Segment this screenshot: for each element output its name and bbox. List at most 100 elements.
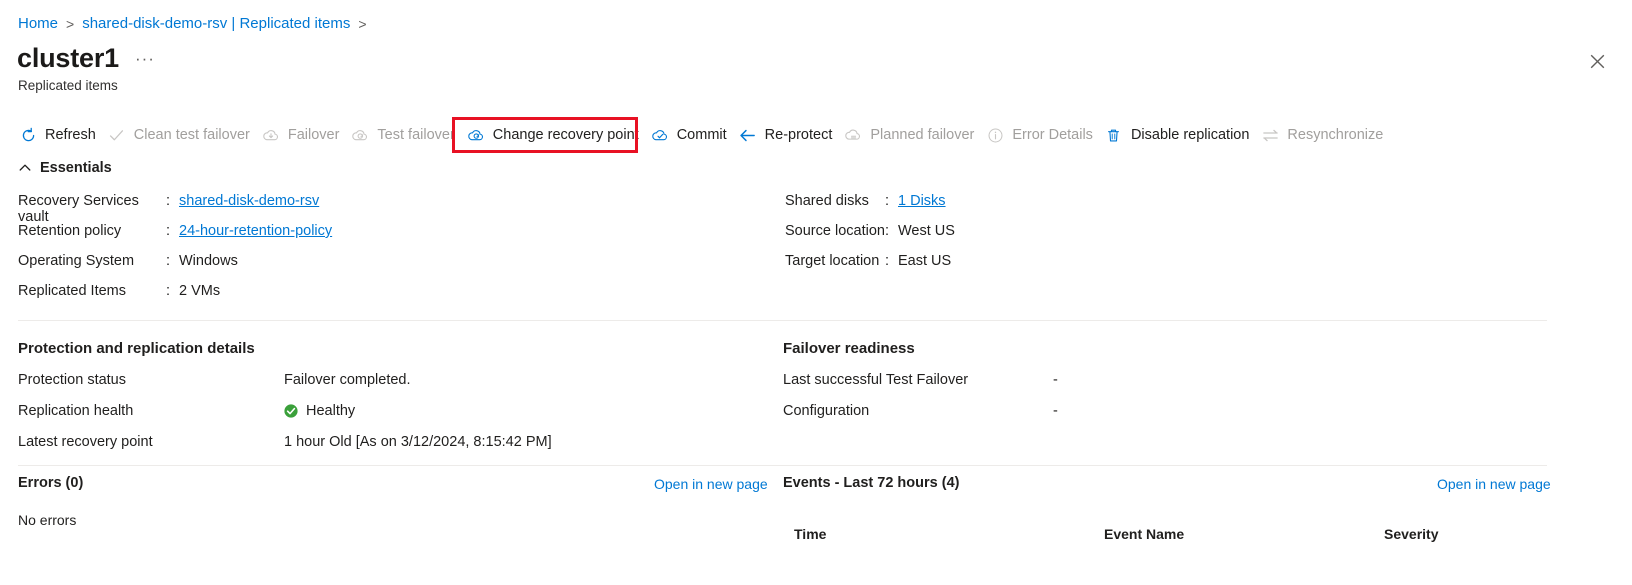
cloud-refresh-icon	[350, 125, 370, 145]
failover-button: Failover	[259, 120, 349, 150]
detail-row: Last successful Test Failover -	[783, 364, 1058, 395]
divider	[18, 465, 1547, 466]
essentials-left-column: Recovery Services vault : shared-disk-de…	[18, 193, 332, 313]
replication-health-value: Healthy	[306, 402, 356, 419]
detail-row: Protection status Failover completed.	[18, 364, 552, 395]
chevron-up-icon	[18, 161, 32, 175]
detail-row: Latest recovery point 1 hour Old [As on …	[18, 426, 552, 457]
trash-icon	[1104, 125, 1124, 145]
replicated-item-overview-page: Home > shared-disk-demo-rsv | Replicated…	[0, 0, 1632, 585]
protection-section-title: Protection and replication details	[18, 340, 255, 357]
breadcrumb-separator-icon: >	[66, 16, 75, 32]
command-bar: Refresh Clean test failover Failover Tes…	[16, 120, 1392, 150]
sync-arrows-icon	[1260, 125, 1280, 145]
disable-replication-button[interactable]: Disable replication	[1102, 120, 1258, 150]
cloud-download-icon	[261, 125, 281, 145]
source-location-value: West US	[898, 223, 955, 239]
detail-key: Latest recovery point	[18, 433, 153, 450]
last-successful-test-failover-value: -	[1053, 371, 1058, 388]
errors-panel-title: Errors (0)	[18, 475, 84, 491]
essentials-row: Replicated Items : 2 VMs	[18, 283, 332, 313]
essentials-key: Target location	[785, 253, 880, 269]
command-label: Error Details	[1012, 127, 1093, 143]
detail-row: Replication health Healthy	[18, 395, 552, 426]
test-failover-button: Test failover	[348, 120, 463, 150]
essentials-row: Shared disks : 1 Disks	[785, 193, 955, 223]
readiness-section-title: Failover readiness	[783, 340, 915, 357]
essentials-row: Source location : West US	[785, 223, 955, 253]
configuration-value: -	[1053, 402, 1058, 419]
checkmark-icon	[107, 125, 127, 145]
essentials-key: Replicated Items	[18, 283, 126, 299]
cloud-planned-icon	[843, 125, 863, 145]
arrow-left-icon	[738, 125, 758, 145]
detail-row: Configuration -	[783, 395, 1058, 426]
retention-policy-link[interactable]: 24-hour-retention-policy	[179, 223, 332, 239]
essentials-row: Target location : East US	[785, 253, 955, 283]
essentials-label: Essentials	[40, 160, 112, 176]
refresh-button[interactable]: Refresh	[16, 120, 105, 150]
command-label: Resynchronize	[1287, 127, 1384, 143]
page-subtitle: Replicated items	[18, 78, 118, 93]
essentials-colon: :	[166, 193, 171, 209]
divider	[18, 320, 1547, 321]
essentials-key: Retention policy	[18, 223, 122, 239]
change-recovery-point-button[interactable]: Change recovery point	[464, 120, 648, 150]
essentials-colon: :	[885, 253, 890, 269]
events-panel-title: Events - Last 72 hours (4)	[783, 475, 960, 491]
essentials-row: Recovery Services vault : shared-disk-de…	[18, 193, 332, 225]
breadcrumb-item-home[interactable]: Home	[18, 14, 58, 34]
command-label: Refresh	[45, 127, 96, 143]
events-table-header-row: Time Event Name Severity	[783, 520, 1583, 547]
events-column-time[interactable]: Time	[783, 526, 1104, 542]
command-label: Commit	[676, 127, 727, 143]
events-open-in-new-page-link[interactable]: Open in new page	[1437, 476, 1551, 492]
replication-health-value-wrap: Healthy	[284, 403, 355, 419]
essentials-colon: :	[166, 253, 171, 269]
errors-empty-text: No errors	[18, 512, 77, 528]
command-label: Planned failover	[870, 127, 975, 143]
essentials-key: Operating System	[18, 253, 135, 269]
title-row: cluster1 ···	[17, 42, 155, 74]
re-protect-button[interactable]: Re-protect	[736, 120, 842, 150]
resynchronize-button: Resynchronize	[1258, 120, 1392, 150]
more-options-button[interactable]: ···	[135, 50, 155, 67]
essentials-right-column: Shared disks : 1 Disks Source location :…	[785, 193, 955, 283]
shared-disks-link[interactable]: 1 Disks	[898, 193, 946, 209]
essentials-colon: :	[166, 223, 171, 239]
essentials-colon: :	[885, 193, 890, 209]
breadcrumb: Home > shared-disk-demo-rsv | Replicated…	[18, 14, 375, 34]
essentials-key: Source location	[785, 223, 885, 239]
readiness-details-list: Last successful Test Failover - Configur…	[783, 364, 1058, 426]
errors-open-in-new-page-link[interactable]: Open in new page	[654, 476, 768, 492]
essentials-key: Recovery Services vault	[18, 193, 139, 225]
target-location-value: East US	[898, 253, 952, 269]
operating-system-value: Windows	[179, 253, 238, 269]
essentials-row: Retention policy : 24-hour-retention-pol…	[18, 223, 332, 253]
recovery-services-vault-link[interactable]: shared-disk-demo-rsv	[179, 193, 319, 209]
command-label: Clean test failover	[133, 127, 250, 143]
protection-details-list: Protection status Failover completed. Re…	[18, 364, 552, 457]
close-icon[interactable]	[1584, 48, 1610, 74]
refresh-icon	[18, 125, 38, 145]
clean-test-failover-button: Clean test failover	[105, 120, 259, 150]
essentials-colon: :	[885, 223, 890, 239]
command-label: Failover	[287, 127, 340, 143]
breadcrumb-item-vault[interactable]: shared-disk-demo-rsv | Replicated items	[82, 14, 350, 34]
replicated-items-value: 2 VMs	[179, 283, 221, 299]
protection-status-value: Failover completed.	[284, 371, 411, 388]
error-details-button: Error Details	[983, 120, 1102, 150]
cloud-checkmark-icon	[650, 125, 670, 145]
breadcrumb-separator-icon: >	[358, 16, 367, 32]
commit-button[interactable]: Commit	[648, 120, 736, 150]
command-label: Disable replication	[1130, 127, 1250, 143]
command-label: Test failover	[377, 127, 455, 143]
events-column-event-name[interactable]: Event Name	[1104, 526, 1384, 542]
info-circle-icon	[985, 125, 1005, 145]
detail-key: Configuration	[783, 402, 870, 419]
events-table: Time Event Name Severity	[783, 520, 1583, 547]
essentials-toggle[interactable]: Essentials	[18, 160, 112, 176]
healthy-check-icon	[284, 403, 298, 418]
page-title: cluster1	[17, 43, 119, 73]
events-column-severity[interactable]: Severity	[1384, 526, 1544, 542]
